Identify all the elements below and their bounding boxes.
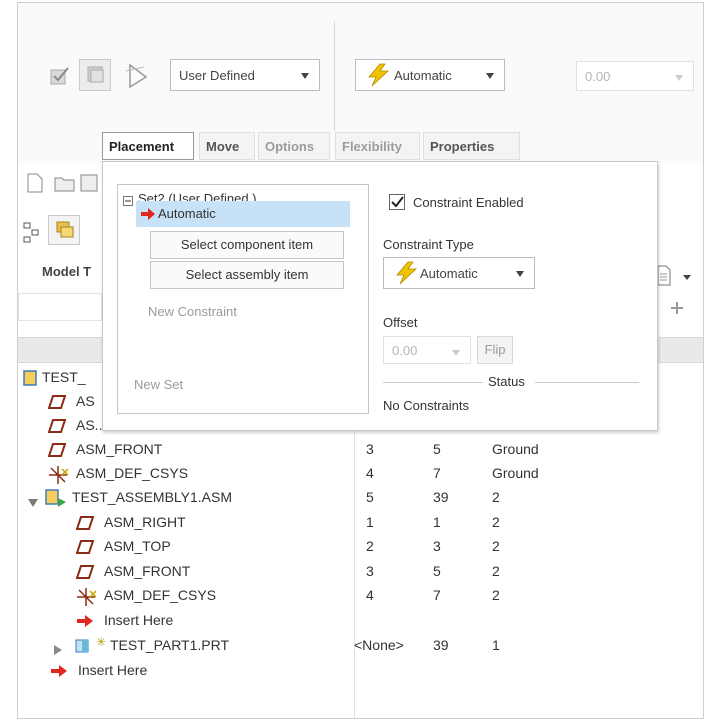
offset-label: Offset [383,315,418,330]
table-row[interactable]: ASM_TOP 2 3 2 [18,535,703,559]
open-folder-icon[interactable] [54,173,76,196]
chevron-down-icon [667,62,693,90]
chevron-down-icon [293,60,319,90]
document-icon[interactable] [656,265,672,290]
tab-flexibility: Flexibility [335,132,420,160]
tab-options: Options [258,132,330,160]
collapse-icon[interactable] [123,193,133,209]
subassembly-icon [44,488,68,511]
expand-right-icon[interactable] [54,642,62,658]
insert-arrow-icon [50,664,68,681]
application-window: User Defined Automatic 0.00 Placement Mo… [17,2,704,719]
new-set-link[interactable]: New Set [134,377,183,392]
status-value: No Constraints [383,398,469,413]
constraint-type-select[interactable]: Automatic [383,257,535,289]
dashboard-ribbon: User Defined Automatic 0.00 Placement Mo… [18,3,703,163]
save-icon[interactable] [80,173,98,196]
table-row[interactable]: ASM_RIGHT 1 1 2 [18,511,703,535]
layer-tree-icon[interactable] [48,215,80,245]
new-constraint-link[interactable]: New Constraint [148,304,237,319]
assembly-icon [22,369,38,390]
insert-arrow-icon [76,614,94,631]
coordinate-system-icon [76,587,98,610]
constraint-item-automatic[interactable]: Automatic [136,201,350,227]
table-row[interactable]: TEST_ASSEMBLY1.ASM 5 39 2 [18,486,703,510]
asterisk-icon: ✳ [96,635,107,649]
constraint-type-dropdown[interactable]: Automatic [355,59,505,91]
status-divider-left [383,382,483,383]
datum-plane-icon [47,395,67,412]
constraint-type-label: Constraint Type [383,237,474,252]
table-row[interactable]: ASM_DEF_CSYS 4 7 Ground [18,462,703,486]
expand-down-icon[interactable] [28,494,38,510]
datum-plane-icon [75,516,95,533]
tree-view-icon[interactable] [22,221,42,246]
chevron-down-icon [508,258,534,288]
table-row[interactable]: ASM_FRONT 3 5 Ground [18,438,703,462]
ribbon-divider [334,21,335,131]
status-label: Status [488,374,525,389]
placement-panel: Set2 (User Defined ) Automatic Select co… [102,161,658,431]
add-column-icon[interactable] [670,301,684,318]
tab-placement[interactable]: Placement [102,132,194,160]
part-icon [74,637,92,658]
chevron-down-icon [444,337,470,363]
placement-type-dropdown[interactable]: User Defined [170,59,320,91]
table-row[interactable]: Insert Here [18,659,703,683]
flip-button: Flip [477,336,513,364]
constraint-enabled-label: Constraint Enabled [413,195,524,210]
table-row[interactable]: Insert Here [18,609,703,633]
check-component-icon[interactable] [48,64,72,91]
select-assembly-item-button[interactable]: Select assembly item [150,261,344,289]
datum-plane-icon [47,419,67,436]
search-field[interactable] [18,293,102,321]
constraint-set-list[interactable]: Set2 (User Defined ) Automatic Select co… [117,184,369,414]
table-row[interactable]: ✳ TEST_PART1.PRT <None> 39 1 [18,634,703,658]
separate-window-icon[interactable] [79,59,111,91]
tab-properties[interactable]: Properties [423,132,520,160]
constraint-enabled-checkbox[interactable] [389,194,405,210]
datum-plane-icon [47,443,67,460]
lightning-icon [366,63,392,90]
model-tree-label: Model T [42,264,92,279]
table-row[interactable]: ASM_DEF_CSYS 4 7 2 [18,584,703,608]
offset-field: 0.00 [383,336,471,364]
table-row[interactable]: ASM_FRONT 3 5 2 [18,560,703,584]
insert-arrow-icon [140,207,156,224]
assembly-window-icon[interactable] [122,61,152,94]
lightning-icon [394,261,420,288]
offset-input: 0.00 [576,61,694,91]
new-file-icon[interactable] [26,173,44,196]
datum-plane-icon [75,565,95,582]
tab-move[interactable]: Move [199,132,255,160]
datum-plane-icon [75,540,95,557]
coordinate-system-icon [48,465,70,488]
chevron-down-icon[interactable] [682,269,692,285]
chevron-down-icon [478,60,504,90]
status-divider-right [535,382,639,383]
select-component-item-button[interactable]: Select component item [150,231,344,259]
